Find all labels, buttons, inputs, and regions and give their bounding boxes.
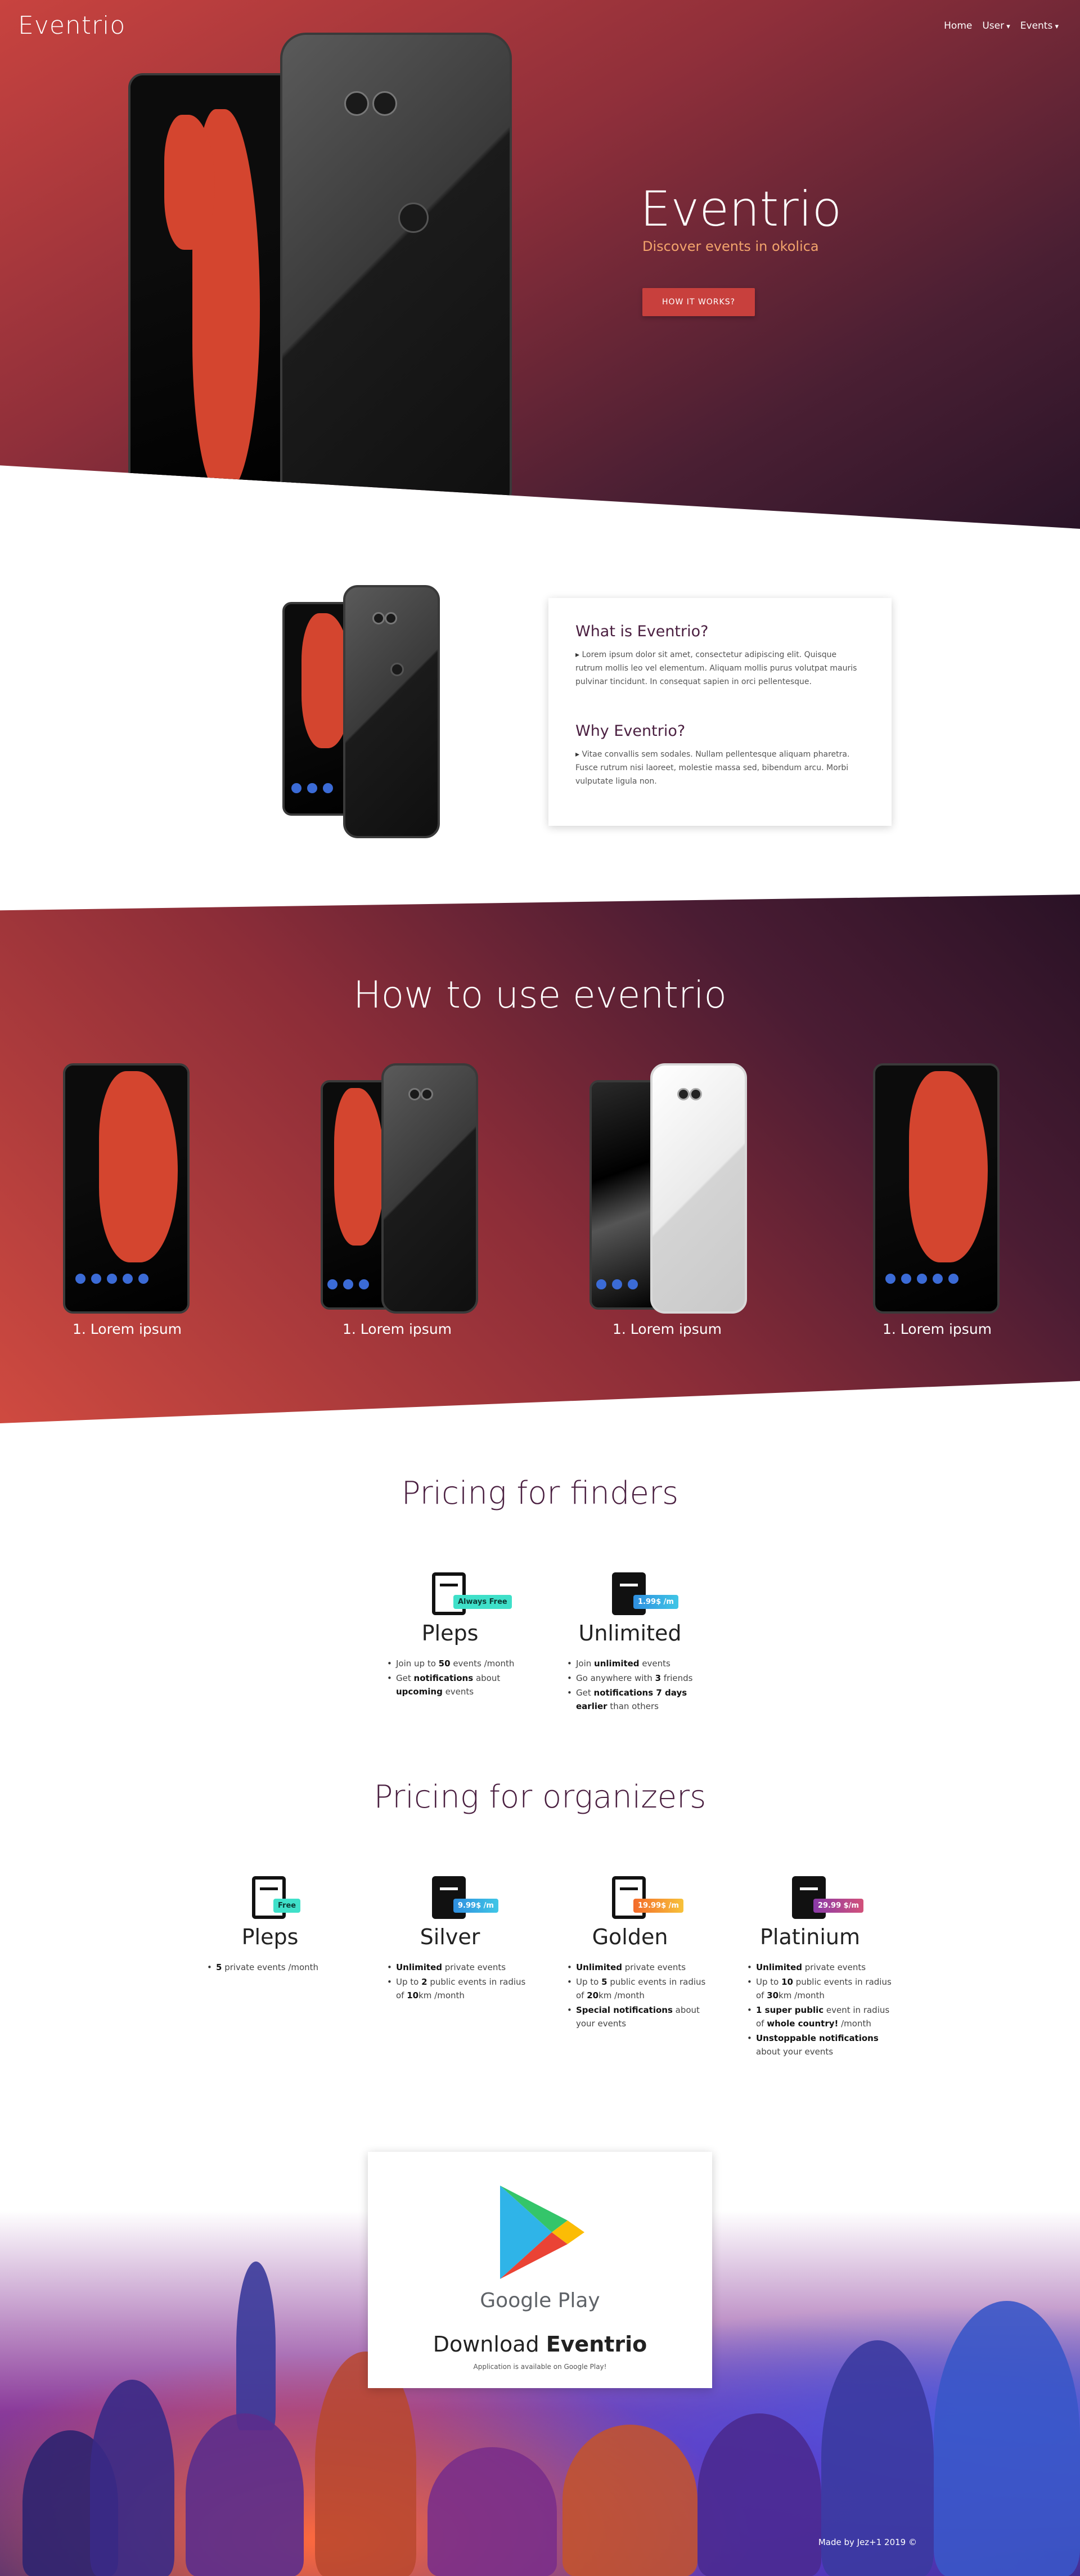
feature-item: Join unlimited events [567,1657,714,1670]
how-title: How to use eventrio [353,973,727,1017]
organizers-title: Pricing for organizers [374,1779,706,1815]
feature-item: Unstoppable notifications about your eve… [747,2031,894,2058]
finders-title: Pricing for finders [401,1475,679,1512]
price-badge: Free [273,1899,301,1913]
nav-events-dropdown[interactable]: Events [1020,20,1059,32]
how-it-works-button[interactable]: HOW IT WORKS? [642,288,755,316]
about-question-why: Why Eventrio? [575,722,686,740]
organizer-plan-platinium[interactable]: 29.99 $/m Platinium Unlimited private ev… [726,1876,894,2060]
finder-plan-unlimited[interactable]: 1.99$ /m Unlimited Join unlimited events… [546,1572,714,1714]
nav-user-dropdown[interactable]: User [982,20,1010,32]
feature-item: Join up to 50 events /month [387,1657,534,1670]
book-icon: 29.99 $/m [788,1876,863,1921]
price-badge: 29.99 $/m [813,1899,863,1913]
step-1-phone [63,1063,190,1314]
hero-section: Eventrio Home User Events Eventrio Disco… [0,0,1080,529]
about-card: What is Eventrio? Lorem ipsum dolor sit … [548,598,892,826]
plan-features: Unlimited private events Up to 10 public… [726,1961,894,2058]
price-badge: 19.99$ /m [633,1899,683,1913]
book-icon: 19.99$ /m [608,1876,683,1921]
footer-credit: Made by Jez+1 2019 © [818,2537,917,2547]
price-badge: 9.99$ /m [453,1899,498,1913]
hero-subtitle: Discover events in okolica [642,239,819,254]
book-icon: 1.99$ /m [608,1572,678,1617]
feature-item: Up to 5 public events in radius of 20km … [567,1975,714,2002]
feature-item: Unlimited private events [387,1961,534,1974]
step-3-phone-back [650,1063,747,1314]
organizer-plan-pleps[interactable]: Free Pleps 5 private events /month [186,1876,354,1975]
feature-item: Get notifications about upcoming events [387,1671,534,1698]
step-1-caption: 1. Lorem ipsum [72,1321,182,1337]
plan-name: Silver [420,1925,480,1949]
plan-name: Pleps [421,1621,479,1646]
download-card[interactable]: Google Play Download Eventrio Applicatio… [368,2152,712,2388]
price-badge: 1.99$ /m [633,1595,678,1609]
step-2-phone-back [381,1063,478,1314]
google-play-icon[interactable] [500,2186,584,2279]
nav-home[interactable]: Home [944,20,972,32]
about-phone-back [343,585,440,838]
download-note: Application is available on Google Play! [473,2363,607,2371]
step-3-caption: 1. Lorem ipsum [612,1321,722,1337]
feature-item: Unlimited private events [747,1961,894,1974]
feature-item: 1 super public event in radius of whole … [747,2003,894,2030]
main-nav: Home User Events [944,20,1059,32]
how-section: How to use eventrio 1. Lorem ipsum 1. Lo… [0,894,1080,1423]
feature-item: Get notifications 7 days earlier than ot… [567,1686,714,1713]
plan-name: Platinium [760,1925,860,1949]
hero-title: Eventrio [640,181,842,237]
feature-item: Up to 2 public events in radius of 10km … [387,1975,534,2002]
plan-name: Golden [592,1925,668,1949]
plan-features: Join unlimited events Go anywhere with 3… [546,1657,714,1713]
hero-phone-front [128,73,303,501]
plan-name: Unlimited [578,1621,682,1646]
price-badge: Always Free [453,1595,512,1609]
organizer-plan-silver[interactable]: 9.99$ /m Silver Unlimited private events… [366,1876,534,2003]
plan-features: Unlimited private events Up to 5 public … [546,1961,714,2030]
brand-logo[interactable]: Eventrio [18,11,125,40]
step-4-phone [873,1063,1000,1314]
book-icon: Always Free [428,1572,512,1617]
about-answer-what: Lorem ipsum dolor sit amet, consectetur … [575,648,865,689]
book-icon: Free [248,1876,301,1921]
plan-features: Unlimited private events Up to 2 public … [366,1961,534,2002]
step-2-caption: 1. Lorem ipsum [342,1321,452,1337]
feature-item: Special notifications about your events [567,2003,714,2030]
feature-item: 5 private events /month [207,1961,354,1974]
plan-features: Join up to 50 events /month Get notifica… [366,1657,534,1698]
plan-name: Pleps [241,1925,299,1949]
book-icon: 9.99$ /m [428,1876,498,1921]
organizer-plan-golden[interactable]: 19.99$ /m Golden Unlimited private event… [546,1876,714,2031]
feature-item: Up to 10 public events in radius of 30km… [747,1975,894,2002]
plan-features: 5 private events /month [186,1961,354,1974]
google-play-label: Google Play [480,2289,600,2312]
step-4-caption: 1. Lorem ipsum [882,1321,992,1337]
about-answer-why: Vitae convallis sem sodales. Nullam pell… [575,748,865,788]
feature-item: Unlimited private events [567,1961,714,1974]
download-title: Download Eventrio [433,2332,647,2357]
finder-plan-pleps[interactable]: Always Free Pleps Join up to 50 events /… [366,1572,534,1700]
hero-phone-back [280,33,512,516]
about-question-what: What is Eventrio? [575,623,709,640]
feature-item: Go anywhere with 3 friends [567,1671,714,1685]
